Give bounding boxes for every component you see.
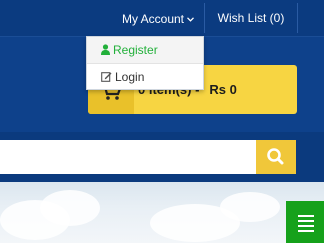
login-label: Login [115, 70, 145, 84]
page: My Account Wish List (0) 0 item(s) -Rs 0 [0, 0, 324, 243]
my-account-label: My Account [121, 12, 185, 26]
hero-banner [0, 182, 324, 243]
wishlist-label: Wish List (0) [217, 11, 285, 25]
account-dropdown-menu: Register Login [86, 36, 204, 90]
cloud-decoration [220, 192, 280, 222]
edit-icon [101, 65, 112, 91]
topbar-divider [297, 3, 298, 33]
chevron-down-icon [187, 0, 194, 36]
cart-total: Rs 0 [209, 82, 237, 97]
search-bar [0, 132, 324, 182]
search-icon [256, 148, 296, 178]
search-button[interactable] [256, 140, 296, 174]
wishlist-link[interactable]: Wish List (0) [205, 0, 297, 36]
user-icon [101, 38, 110, 64]
register-label: Register [113, 43, 158, 57]
menu-toggle-button[interactable] [286, 201, 324, 243]
login-menu-item[interactable]: Login [87, 64, 203, 90]
cloud-decoration [40, 190, 100, 226]
search-input[interactable] [0, 140, 256, 174]
top-bar: My Account Wish List (0) [0, 0, 324, 37]
register-menu-item[interactable]: Register [87, 37, 203, 63]
my-account-toggle[interactable]: My Account [112, 0, 204, 36]
